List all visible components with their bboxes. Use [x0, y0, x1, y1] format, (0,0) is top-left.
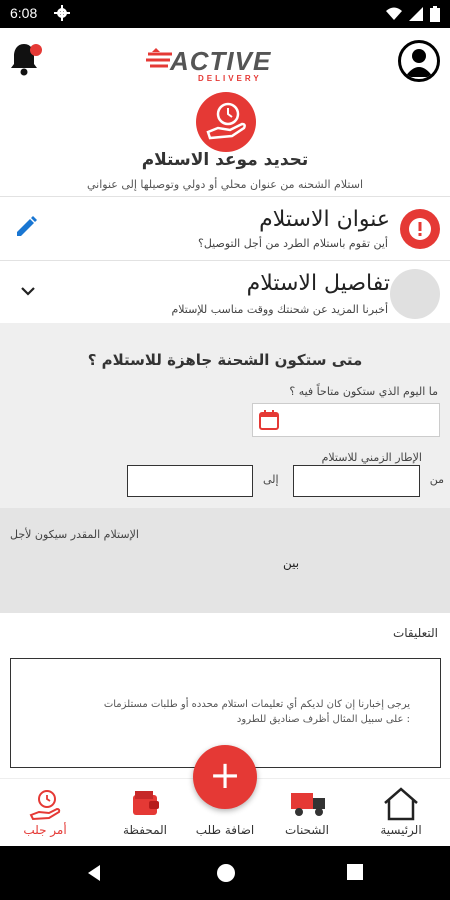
- home-icon: [381, 787, 421, 821]
- step-subtitle: أين تقوم باستلام الطرد من أجل التوصيل؟: [197, 237, 388, 250]
- status-time: 6:08: [10, 5, 38, 21]
- step-title: عنوان الاستلام: [259, 207, 390, 232]
- plus-icon: +: [209, 753, 241, 797]
- date-input[interactable]: [252, 403, 440, 437]
- recents-icon[interactable]: [346, 863, 364, 885]
- back-icon[interactable]: [84, 863, 104, 887]
- step-title: تفاصيل الاستلام: [246, 271, 390, 296]
- timeframe-label: الإطار الزمني للاستلام: [321, 451, 422, 464]
- time-to-input[interactable]: [127, 465, 253, 497]
- estimate-panel: الإستلام المقدر سيكون لأجل بين: [0, 508, 450, 613]
- step-pickup-details[interactable]: تفاصيل الاستلام أخبرنا المزيد عن شحنتك و…: [0, 261, 450, 323]
- nav-item-pickup-order[interactable]: أمر جلب: [0, 779, 90, 847]
- hand-clock-icon: [196, 92, 256, 152]
- step-status-icon: [390, 269, 440, 319]
- pickup-order-icon: [25, 787, 65, 821]
- between-label: بين: [283, 556, 300, 570]
- add-order-fab[interactable]: +: [193, 745, 257, 809]
- notification-badge: [30, 44, 42, 56]
- time-from-input[interactable]: [293, 465, 420, 497]
- active-delivery-logo: ACTIVE DELIVERY: [146, 46, 298, 86]
- to-label: إلى: [263, 473, 279, 486]
- nav-label: الرئيسية: [380, 823, 422, 837]
- wallet-icon: [125, 787, 165, 821]
- settings-gear-icon: [54, 5, 70, 25]
- nav-item-shipments[interactable]: الشحنات: [262, 779, 352, 847]
- home-circle-icon[interactable]: [216, 863, 236, 887]
- nav-label: أمر جلب: [23, 823, 67, 837]
- step-pickup-address[interactable]: عنوان الاستلام أين تقوم باستلام الطرد من…: [0, 197, 450, 259]
- edit-pencil-icon[interactable]: [14, 215, 38, 243]
- android-navigation-bar: [0, 846, 450, 900]
- nav-label: اضافة طلب: [195, 823, 255, 837]
- logo-subtext: DELIVERY: [198, 74, 262, 83]
- nav-label: المحفظة: [122, 823, 168, 837]
- pickup-form: متى ستكون الشحنة جاهزة للاستلام ؟ ما الي…: [0, 323, 450, 613]
- profile-avatar-icon[interactable]: [398, 40, 440, 82]
- from-label: من: [429, 473, 444, 486]
- page-title: تحديد موعد الاستلام: [141, 150, 309, 170]
- page-subtitle: استلام الشحنه من عنوان محلي أو دولي وتوص…: [86, 178, 364, 191]
- wifi-icon: [386, 6, 402, 26]
- status-bar: 6:08: [0, 0, 450, 28]
- battery-icon: [430, 6, 440, 26]
- notes-label: التعليقات: [392, 626, 438, 640]
- truck-icon: [287, 787, 327, 821]
- notes-placeholder: يرجى إخبارنا إن كان لديكم أي تعليمات است…: [103, 699, 410, 725]
- logo-text: ACTIVE: [170, 46, 272, 76]
- nav-item-wallet[interactable]: المحفظة: [100, 779, 190, 847]
- calendar-icon[interactable]: [257, 408, 281, 436]
- day-label: ما اليوم الذي ستكون متاحاً فيه ؟: [289, 385, 438, 398]
- alert-status-icon: [400, 209, 440, 249]
- form-question: متى ستكون الشحنة جاهزة للاستلام ؟: [87, 351, 363, 369]
- estimate-label: الإستلام المقدر سيكون لأجل: [10, 528, 139, 541]
- nav-item-home[interactable]: الرئيسية: [356, 779, 446, 847]
- chevron-down-icon[interactable]: [20, 283, 36, 303]
- signal-icon: [408, 6, 424, 26]
- step-subtitle: أخبرنا المزيد عن شحنتك ووقت مناسب للإستل…: [171, 303, 388, 316]
- app-header: ACTIVE DELIVERY: [0, 28, 450, 92]
- nav-label: الشحنات: [284, 823, 329, 837]
